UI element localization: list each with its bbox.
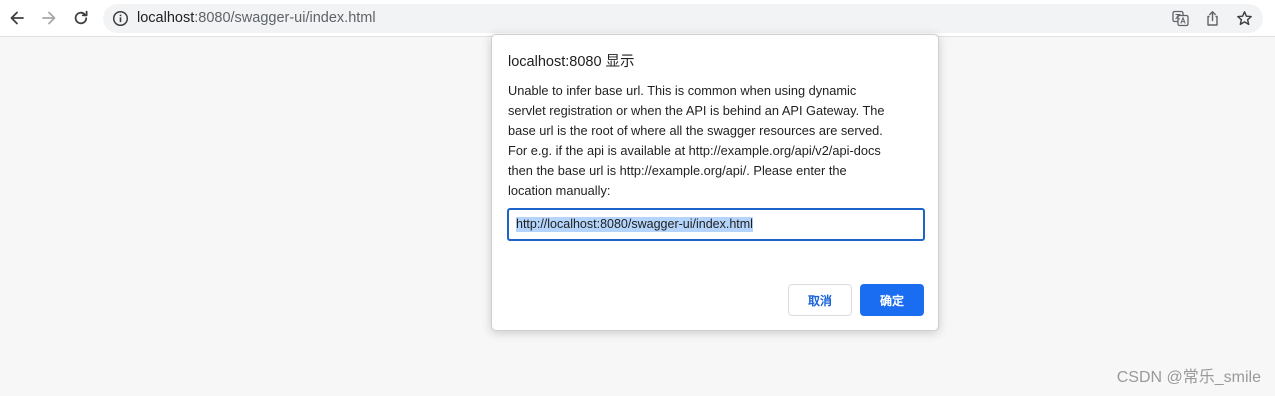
- url-path: :8080/swagger-ui/index.html: [194, 10, 376, 26]
- dialog-title: localhost:8080 显示: [508, 54, 635, 70]
- cancel-button[interactable]: 取消: [788, 284, 852, 316]
- dialog-message-line: servlet registration or when the API is …: [508, 103, 885, 118]
- info-icon[interactable]: [112, 10, 129, 27]
- dialog-message-line: location manually:: [508, 183, 611, 198]
- url-host: localhost: [137, 10, 195, 26]
- watermark: CSDN @常乐_smile: [1116, 369, 1261, 386]
- reload-icon: [72, 9, 90, 27]
- translate-icon[interactable]: [1172, 10, 1189, 27]
- base-url-input-value[interactable]: http://localhost:8080/swagger-ui/index.h…: [516, 217, 753, 232]
- ok-button[interactable]: 确定: [860, 284, 924, 316]
- forward-button[interactable]: [36, 5, 62, 31]
- url-text[interactable]: localhost:8080/swagger-ui/index.html: [137, 10, 376, 27]
- dialog-message-line: then the base url is http://example.org/…: [508, 163, 847, 178]
- star-icon[interactable]: [1236, 10, 1253, 27]
- address-bar[interactable]: localhost:8080/swagger-ui/index.html: [103, 4, 1263, 33]
- prompt-dialog: localhost:8080 显示 Unable to infer base u…: [491, 34, 939, 331]
- dialog-message-line: base url is the root of where all the sw…: [508, 123, 883, 138]
- back-button[interactable]: [4, 5, 30, 31]
- forward-arrow-icon: [40, 9, 58, 27]
- browser-toolbar: localhost:8080/swagger-ui/index.html: [0, 0, 1275, 37]
- base-url-input[interactable]: http://localhost:8080/swagger-ui/index.h…: [507, 208, 925, 241]
- back-arrow-icon: [8, 9, 26, 27]
- share-icon[interactable]: [1204, 10, 1221, 27]
- dialog-message-line: For e.g. if the api is available at http…: [508, 143, 881, 158]
- dialog-message-line: Unable to infer base url. This is common…: [508, 83, 857, 98]
- dialog-message: Unable to infer base url. This is common…: [508, 81, 920, 201]
- reload-button[interactable]: [68, 5, 94, 31]
